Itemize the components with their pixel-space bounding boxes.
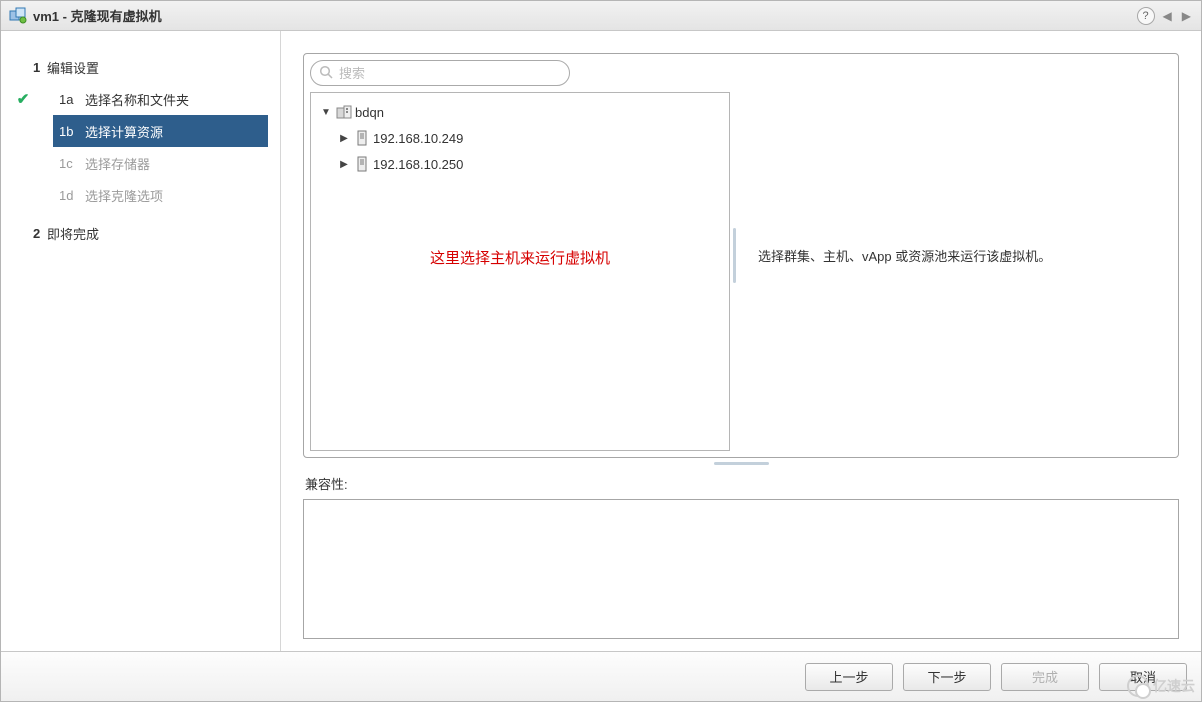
horizontal-splitter[interactable] — [303, 458, 1179, 468]
checkmark-icon: ✔ — [13, 90, 33, 108]
substep-1b-num: 1b — [59, 124, 85, 139]
search-wrap — [310, 60, 730, 86]
search-input[interactable] — [310, 60, 570, 86]
step-1[interactable]: 1 编辑设置 — [1, 51, 280, 83]
substep-1c-num: 1c — [59, 156, 85, 171]
next-button[interactable]: 下一步 — [903, 663, 991, 691]
dialog-title: vm1 - 克隆现有虚拟机 — [33, 6, 162, 25]
nav-next-icon[interactable]: ▶ — [1180, 9, 1193, 23]
titlebar-controls: ? ◀ ▶ — [1137, 7, 1193, 25]
step-2: 2 即将完成 — [1, 217, 280, 249]
expand-icon[interactable]: ▶ — [337, 133, 351, 144]
vertical-splitter[interactable] — [730, 60, 738, 451]
step-2-num: 2 — [33, 226, 47, 241]
wizard-sidebar: 1 编辑设置 ✔ 1a 选择名称和文件夹 1b 选择计算资源 — [1, 31, 281, 651]
tree-datacenter-node[interactable]: ▼ bdqn — [315, 99, 725, 125]
info-text: 选择群集、主机、vApp 或资源池来运行该虚拟机。 — [758, 246, 1051, 265]
substep-1b-label: 选择计算资源 — [85, 122, 163, 141]
compatibility-panel — [303, 499, 1179, 639]
info-panel: 选择群集、主机、vApp 或资源池来运行该虚拟机。 — [738, 60, 1172, 451]
collapse-icon[interactable]: ▼ — [319, 107, 333, 118]
substep-1a-num: 1a — [59, 92, 85, 107]
tree-host-node[interactable]: ▶ 192.168.10.249 — [333, 125, 725, 151]
substep-1c-label: 选择存储器 — [85, 154, 150, 173]
host-icon — [353, 156, 371, 172]
nav-prev-icon[interactable]: ◀ — [1161, 9, 1174, 23]
annotation-text: 这里选择主机来运行虚拟机 — [315, 247, 725, 268]
tree-column: ▼ bdqn ▶ 192. — [310, 60, 730, 451]
resource-selection-panel: ▼ bdqn ▶ 192. — [303, 53, 1179, 458]
tree-host1-label: 192.168.10.249 — [373, 131, 463, 146]
back-button[interactable]: 上一步 — [805, 663, 893, 691]
search-icon — [319, 65, 333, 82]
cancel-button[interactable]: 取消 — [1099, 663, 1187, 691]
tree-host-node[interactable]: ▶ 192.168.10.250 — [333, 151, 725, 177]
tree-root-label: bdqn — [355, 105, 384, 120]
titlebar: vm1 - 克隆现有虚拟机 ? ◀ ▶ — [1, 1, 1201, 31]
host-icon — [353, 130, 371, 146]
substep-1d-num: 1d — [59, 188, 85, 203]
help-button[interactable]: ? — [1137, 7, 1155, 25]
vm-icon — [9, 7, 27, 25]
datacenter-icon — [335, 104, 353, 120]
substep-1b[interactable]: 1b 选择计算资源 — [1, 115, 280, 147]
resource-tree[interactable]: ▼ bdqn ▶ 192. — [310, 92, 730, 451]
compatibility-label: 兼容性: — [305, 474, 1179, 493]
substep-1a-label: 选择名称和文件夹 — [85, 90, 189, 109]
wizard-footer: 上一步 下一步 完成 取消 — [1, 651, 1201, 701]
substep-1d: 1d 选择克隆选项 — [1, 179, 280, 211]
tree-host2-label: 192.168.10.250 — [373, 157, 463, 172]
expand-icon[interactable]: ▶ — [337, 159, 351, 170]
step-1-label: 编辑设置 — [47, 58, 99, 77]
wizard-content: ▼ bdqn ▶ 192. — [281, 31, 1201, 651]
substep-1c: 1c 选择存储器 — [1, 147, 280, 179]
clone-vm-dialog: vm1 - 克隆现有虚拟机 ? ◀ ▶ 1 编辑设置 ✔ 1a 选择名称和文件夹 — [0, 0, 1202, 702]
step-1-num: 1 — [33, 60, 47, 75]
finish-button: 完成 — [1001, 663, 1089, 691]
substep-1d-label: 选择克隆选项 — [85, 186, 163, 205]
substep-1a[interactable]: ✔ 1a 选择名称和文件夹 — [1, 83, 280, 115]
dialog-body: 1 编辑设置 ✔ 1a 选择名称和文件夹 1b 选择计算资源 — [1, 31, 1201, 651]
step-2-label: 即将完成 — [47, 224, 99, 243]
